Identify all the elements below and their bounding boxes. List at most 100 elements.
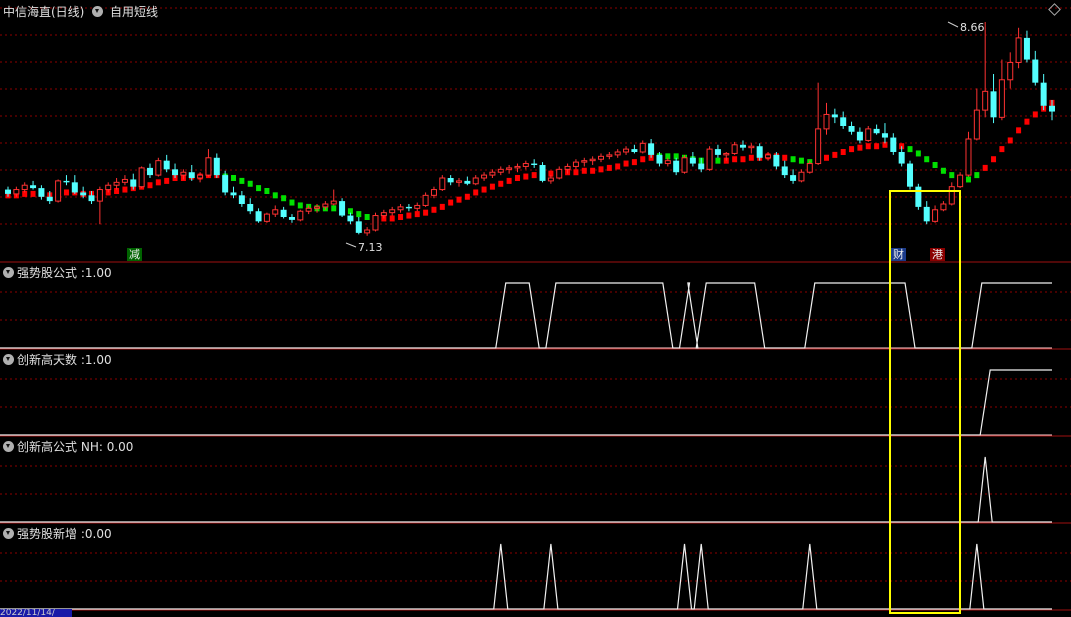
candle-body bbox=[1023, 37, 1030, 60]
ma-dot bbox=[865, 143, 871, 150]
ma-dot bbox=[581, 167, 587, 174]
event-tag-reduce[interactable]: 减 bbox=[127, 248, 142, 261]
candle-body bbox=[656, 154, 663, 164]
ma-dot bbox=[448, 199, 454, 206]
candle-body bbox=[831, 114, 838, 118]
candle-body bbox=[706, 148, 713, 170]
ma-dot bbox=[281, 195, 287, 202]
candle-body bbox=[88, 195, 95, 202]
candle-body bbox=[756, 146, 763, 158]
candle-body bbox=[130, 179, 137, 187]
ma-dot bbox=[464, 193, 470, 200]
ma-dot bbox=[414, 211, 420, 218]
candle-body bbox=[1049, 105, 1055, 112]
collapse-icon[interactable] bbox=[3, 441, 14, 452]
candle-body bbox=[1040, 82, 1047, 106]
panel-label: 强势股新增 bbox=[17, 527, 78, 541]
candle-body bbox=[823, 113, 830, 130]
candle-body bbox=[222, 175, 229, 193]
panel-value: :0.00 bbox=[80, 527, 112, 541]
candle-body bbox=[965, 138, 972, 176]
candle-body bbox=[439, 177, 446, 191]
event-tag-finance[interactable]: 财 bbox=[891, 248, 906, 261]
candle-body bbox=[472, 177, 479, 185]
candle-body bbox=[639, 142, 646, 153]
collapse-icon[interactable] bbox=[3, 267, 14, 278]
candle-body bbox=[973, 109, 980, 140]
candle-body bbox=[497, 168, 504, 173]
candle-body bbox=[163, 160, 170, 170]
candle-body bbox=[21, 184, 28, 191]
panel-header-new-high-formula: 创新高公式 NH: 0.00 bbox=[3, 438, 133, 455]
candle-body bbox=[46, 196, 53, 202]
candle-body bbox=[272, 209, 279, 215]
ma-dot bbox=[456, 196, 462, 203]
candle-body bbox=[30, 185, 37, 189]
ma-dot bbox=[840, 149, 846, 155]
ma-dot bbox=[940, 167, 946, 174]
candle-body bbox=[957, 174, 964, 188]
ma-dot bbox=[640, 156, 646, 163]
ma-dot bbox=[523, 173, 529, 180]
candle-body bbox=[723, 152, 730, 156]
candle-body bbox=[765, 154, 772, 159]
candle-body bbox=[238, 195, 245, 204]
ma-dot bbox=[489, 183, 495, 190]
candle-body bbox=[55, 180, 62, 202]
candle-body bbox=[689, 157, 696, 164]
candle-body bbox=[998, 79, 1005, 118]
ma-dot bbox=[514, 175, 520, 181]
candle-body bbox=[514, 165, 521, 169]
ma-dot bbox=[239, 177, 245, 184]
low-pointer-icon bbox=[345, 242, 357, 248]
candle-body bbox=[581, 160, 588, 163]
ma-dot bbox=[999, 146, 1005, 153]
candle-body bbox=[731, 144, 738, 154]
candle-body bbox=[932, 209, 939, 222]
ma-dot bbox=[289, 199, 295, 206]
candle-body bbox=[330, 200, 337, 205]
collapse-icon[interactable] bbox=[3, 528, 14, 539]
low-price-label: 7.13 bbox=[358, 241, 383, 254]
ma-dot bbox=[623, 160, 629, 167]
candle-body bbox=[247, 204, 254, 212]
candle-body bbox=[80, 192, 87, 196]
candle-body bbox=[389, 209, 396, 214]
candle-body bbox=[748, 145, 755, 149]
ma-dot bbox=[982, 164, 988, 171]
candlesticks bbox=[5, 22, 1055, 236]
collapse-icon[interactable] bbox=[3, 354, 14, 365]
candle-body bbox=[105, 184, 112, 191]
menu-toggle-icon[interactable] bbox=[92, 6, 104, 17]
new-high-days-line bbox=[0, 369, 1052, 436]
candle-body bbox=[865, 128, 872, 141]
ma-dot bbox=[573, 169, 579, 176]
candle-body bbox=[63, 180, 70, 183]
candle-body bbox=[372, 215, 379, 231]
event-tag-hk[interactable]: 港 bbox=[930, 248, 945, 261]
ma-dot bbox=[631, 159, 637, 166]
stock-title[interactable]: 中信海直(日线) bbox=[3, 5, 84, 19]
candle-body bbox=[781, 166, 788, 176]
candle-body bbox=[121, 178, 128, 183]
candle-body bbox=[38, 188, 45, 197]
candle-body bbox=[280, 209, 287, 217]
ma-dot bbox=[1016, 127, 1022, 134]
candle-body bbox=[848, 126, 855, 132]
ma-dot bbox=[473, 189, 479, 196]
date-label: 2022/11/14/ bbox=[0, 609, 72, 617]
ma-dot bbox=[423, 209, 429, 216]
candle-body bbox=[188, 172, 195, 178]
indicator-menu[interactable]: 自用短线 bbox=[110, 5, 158, 19]
panel-value: NH: 0.00 bbox=[80, 440, 134, 454]
candle-body bbox=[213, 157, 220, 176]
moving-average-line bbox=[5, 99, 1055, 222]
candle-body bbox=[739, 144, 746, 148]
candle-body bbox=[489, 171, 496, 176]
ma-dot bbox=[857, 144, 863, 151]
ma-dot bbox=[732, 156, 738, 163]
candle-body bbox=[907, 163, 914, 187]
panel-label: 强势股公式 bbox=[17, 266, 78, 280]
ma-dot bbox=[147, 182, 153, 189]
ma-dot bbox=[965, 176, 971, 183]
